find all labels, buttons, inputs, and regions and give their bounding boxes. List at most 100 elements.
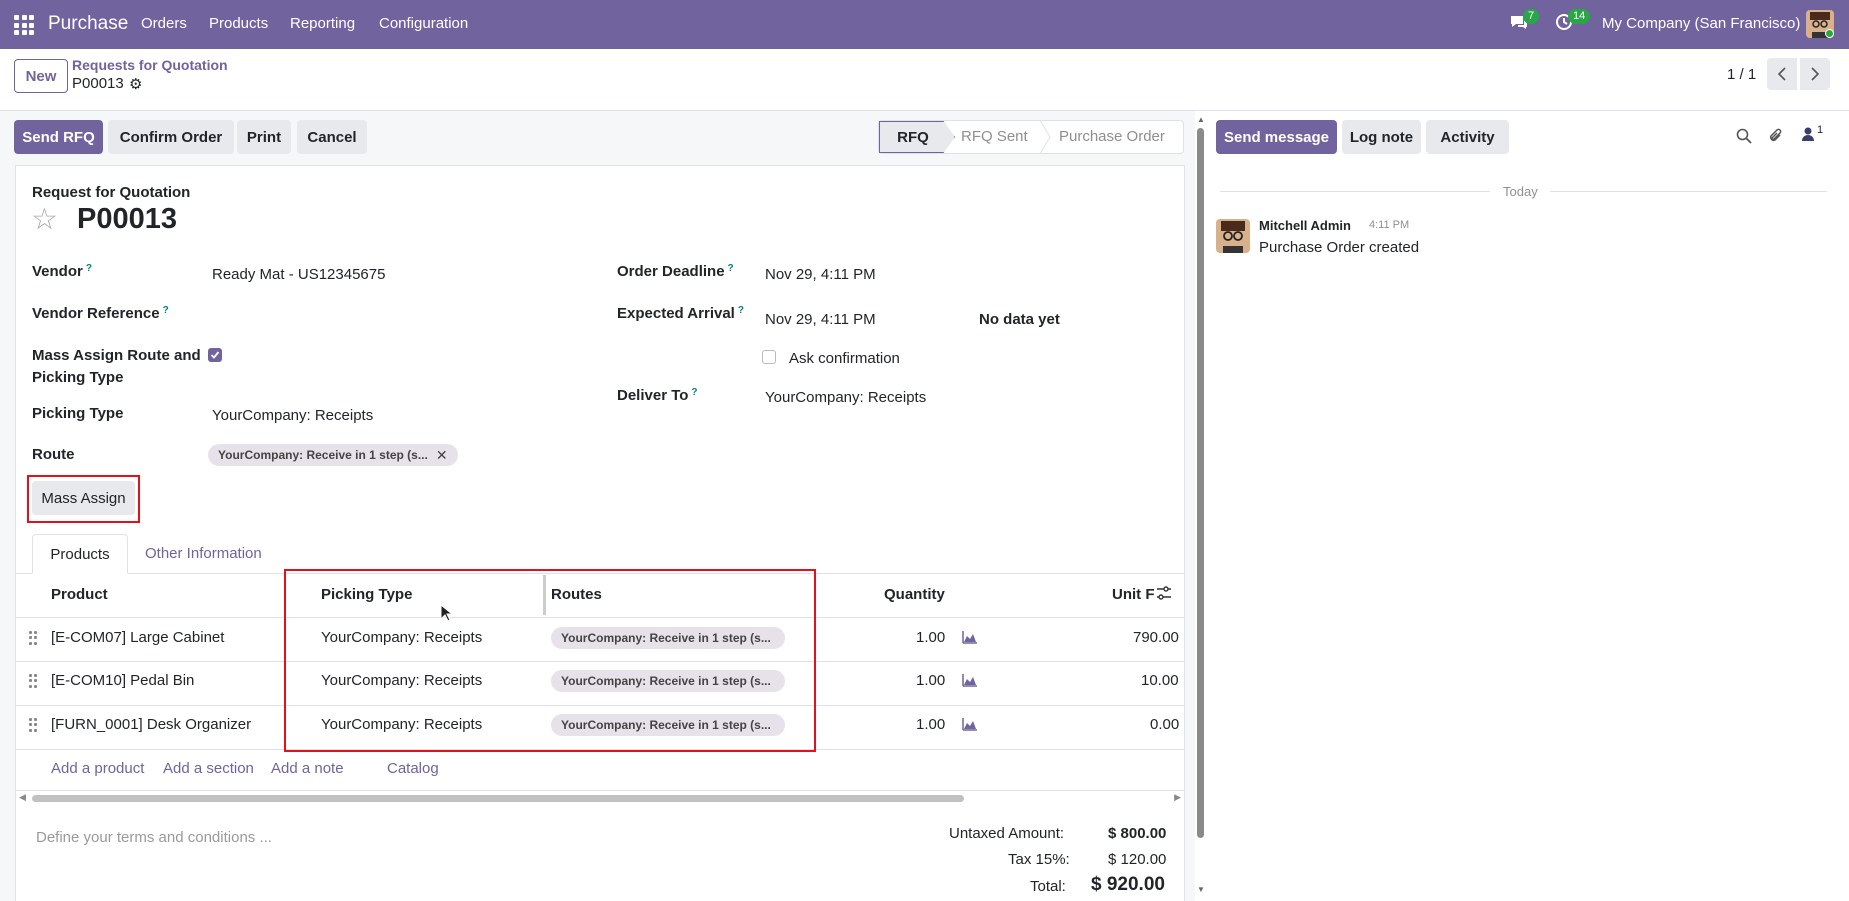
new-button[interactable]: New <box>14 59 68 93</box>
pager-previous-button[interactable] <box>1767 58 1797 90</box>
vertical-scrollbar[interactable]: ▲ ▼ <box>1195 111 1207 901</box>
pager-next-button[interactable] <box>1800 58 1830 90</box>
row-quantity[interactable]: 1.00 <box>916 672 945 689</box>
search-icon[interactable] <box>1736 128 1752 149</box>
activity-button[interactable]: Activity <box>1426 120 1509 154</box>
row-unit-price[interactable]: 0.00 <box>1150 716 1179 733</box>
tab-products-label: Products <box>50 545 110 563</box>
horizontal-scrollbar[interactable]: ◀ ▶ <box>15 792 1185 804</box>
scrollbar-thumb[interactable] <box>32 795 964 802</box>
gear-icon[interactable]: ⚙ <box>129 75 142 93</box>
menu-products[interactable]: Products <box>209 15 268 32</box>
tax-value: $ 120.00 <box>1108 851 1167 868</box>
log-note-button[interactable]: Log note <box>1342 120 1421 154</box>
followers-icon[interactable] <box>1801 126 1815 147</box>
favorite-star-icon[interactable]: ☆ <box>31 204 58 236</box>
deliver-to-label: Deliver To? <box>617 387 698 404</box>
total-value: $ 920.00 <box>1091 874 1165 895</box>
row-unit-price[interactable]: 10.00 <box>1141 672 1179 689</box>
status-rfq-label: RFQ <box>897 128 929 146</box>
drag-handle-icon[interactable] <box>29 674 37 688</box>
pager-value[interactable]: 1 / 1 <box>1727 66 1756 83</box>
menu-reporting[interactable]: Reporting <box>290 15 355 32</box>
user-avatar[interactable] <box>1806 10 1834 38</box>
control-panel: New Requests for Quotation P00013 ⚙ 1 / … <box>0 49 1849 111</box>
drag-handle-icon[interactable] <box>29 718 37 732</box>
catalog-link[interactable]: Catalog <box>387 760 439 777</box>
activity-count-badge: 14 <box>1568 9 1591 24</box>
vendor-field[interactable]: Ready Mat - US12345675 <box>212 266 385 283</box>
column-header-quantity[interactable]: Quantity <box>884 586 945 603</box>
status-rfq[interactable]: RFQ <box>879 121 955 153</box>
chat-icon[interactable]: 7 <box>1509 9 1540 37</box>
no-data-yet-link[interactable]: No data yet <box>979 311 1060 328</box>
forecast-chart-icon[interactable] <box>962 630 978 649</box>
status-purchase-order[interactable]: Purchase Order <box>1059 128 1165 145</box>
column-header-product[interactable]: Product <box>51 586 108 603</box>
vendor-reference-label-text: Vendor Reference <box>32 305 160 322</box>
scroll-down-icon[interactable]: ▼ <box>1197 885 1205 894</box>
print-button[interactable]: Print <box>237 120 291 154</box>
add-product-link[interactable]: Add a product <box>51 760 144 777</box>
company-switcher[interactable]: My Company (San Francisco) <box>1602 15 1800 32</box>
vendor-reference-label: Vendor Reference? <box>32 305 169 322</box>
send-rfq-button[interactable]: Send RFQ <box>14 120 103 154</box>
deliver-to-label-text: Deliver To <box>617 387 689 404</box>
tab-other-information[interactable]: Other Information <box>145 545 262 562</box>
row-product[interactable]: [E-COM07] Large Cabinet <box>51 629 224 646</box>
tax-label: Tax 15%: <box>1008 851 1070 868</box>
row-unit-price[interactable]: 790.00 <box>1133 629 1179 646</box>
deliver-to-field[interactable]: YourCompany: Receipts <box>765 389 926 406</box>
status-separator-icon <box>1039 120 1051 154</box>
row-product[interactable]: [FURN_0001] Desk Organizer <box>51 716 251 733</box>
app-brand[interactable]: Purchase <box>48 13 128 35</box>
route-tag-label: YourCompany: Receive in 1 step (s... <box>218 448 428 462</box>
remove-tag-icon[interactable]: ✕ <box>436 447 448 464</box>
expected-arrival-label: Expected Arrival? <box>617 305 744 322</box>
day-separator-line-left <box>1220 191 1490 192</box>
optional-columns-icon[interactable] <box>1156 585 1172 606</box>
forecast-chart-icon[interactable] <box>962 673 978 692</box>
untaxed-amount-label: Untaxed Amount: <box>949 825 1065 842</box>
vertical-scrollbar-thumb[interactable] <box>1197 128 1204 838</box>
confirm-order-button[interactable]: Confirm Order <box>108 120 234 154</box>
menu-configuration[interactable]: Configuration <box>379 15 468 32</box>
document-type-label: Request for Quotation <box>32 184 191 201</box>
attachment-icon[interactable] <box>1768 127 1784 150</box>
order-deadline-field[interactable]: Nov 29, 4:11 PM <box>765 266 876 283</box>
cancel-button[interactable]: Cancel <box>297 120 367 154</box>
ask-confirmation-checkbox[interactable] <box>762 350 776 364</box>
chat-count-badge: 7 <box>1523 9 1540 24</box>
forecast-chart-icon[interactable] <box>962 717 978 736</box>
add-section-link[interactable]: Add a section <box>163 760 254 777</box>
row-quantity[interactable]: 1.00 <box>916 716 945 733</box>
message-author[interactable]: Mitchell Admin <box>1259 218 1351 233</box>
status-rfq-sent[interactable]: RFQ Sent <box>961 128 1028 145</box>
followers-count: 1 <box>1817 124 1824 136</box>
vendor-label: Vendor? <box>32 263 92 280</box>
untaxed-amount-value: $ 800.00 <box>1108 825 1167 842</box>
menu-orders[interactable]: Orders <box>141 15 187 32</box>
activity-clock-icon[interactable]: 14 <box>1554 9 1591 37</box>
scroll-right-icon[interactable]: ▶ <box>1174 792 1181 803</box>
column-header-unit-price[interactable]: Unit F <box>1112 586 1155 603</box>
route-tag[interactable]: YourCompany: Receive in 1 step (s... ✕ <box>208 444 458 466</box>
row-product[interactable]: [E-COM10] Pedal Bin <box>51 672 194 689</box>
add-note-link[interactable]: Add a note <box>271 760 344 777</box>
mass-assign-button[interactable]: Mass Assign <box>32 481 135 515</box>
apps-menu-icon[interactable] <box>14 15 34 35</box>
row-quantity[interactable]: 1.00 <box>916 629 945 646</box>
scroll-up-icon[interactable]: ▲ <box>1197 115 1205 124</box>
terms-input[interactable]: Define your terms and conditions ... <box>36 829 272 846</box>
drag-handle-icon[interactable] <box>29 631 37 645</box>
mass-assign-checkbox[interactable] <box>208 348 222 362</box>
picking-type-field[interactable]: YourCompany: Receipts <box>212 407 373 424</box>
send-message-button[interactable]: Send message <box>1216 120 1337 154</box>
breadcrumb-parent[interactable]: Requests for Quotation <box>72 57 228 73</box>
columns-highlight <box>284 569 816 752</box>
order-deadline-label-text: Order Deadline <box>617 263 725 280</box>
tab-products[interactable]: Products <box>32 534 128 574</box>
picking-type-label: Picking Type <box>32 405 124 422</box>
expected-arrival-field[interactable]: Nov 29, 4:11 PM <box>765 311 876 328</box>
scroll-left-icon[interactable]: ◀ <box>19 792 26 803</box>
